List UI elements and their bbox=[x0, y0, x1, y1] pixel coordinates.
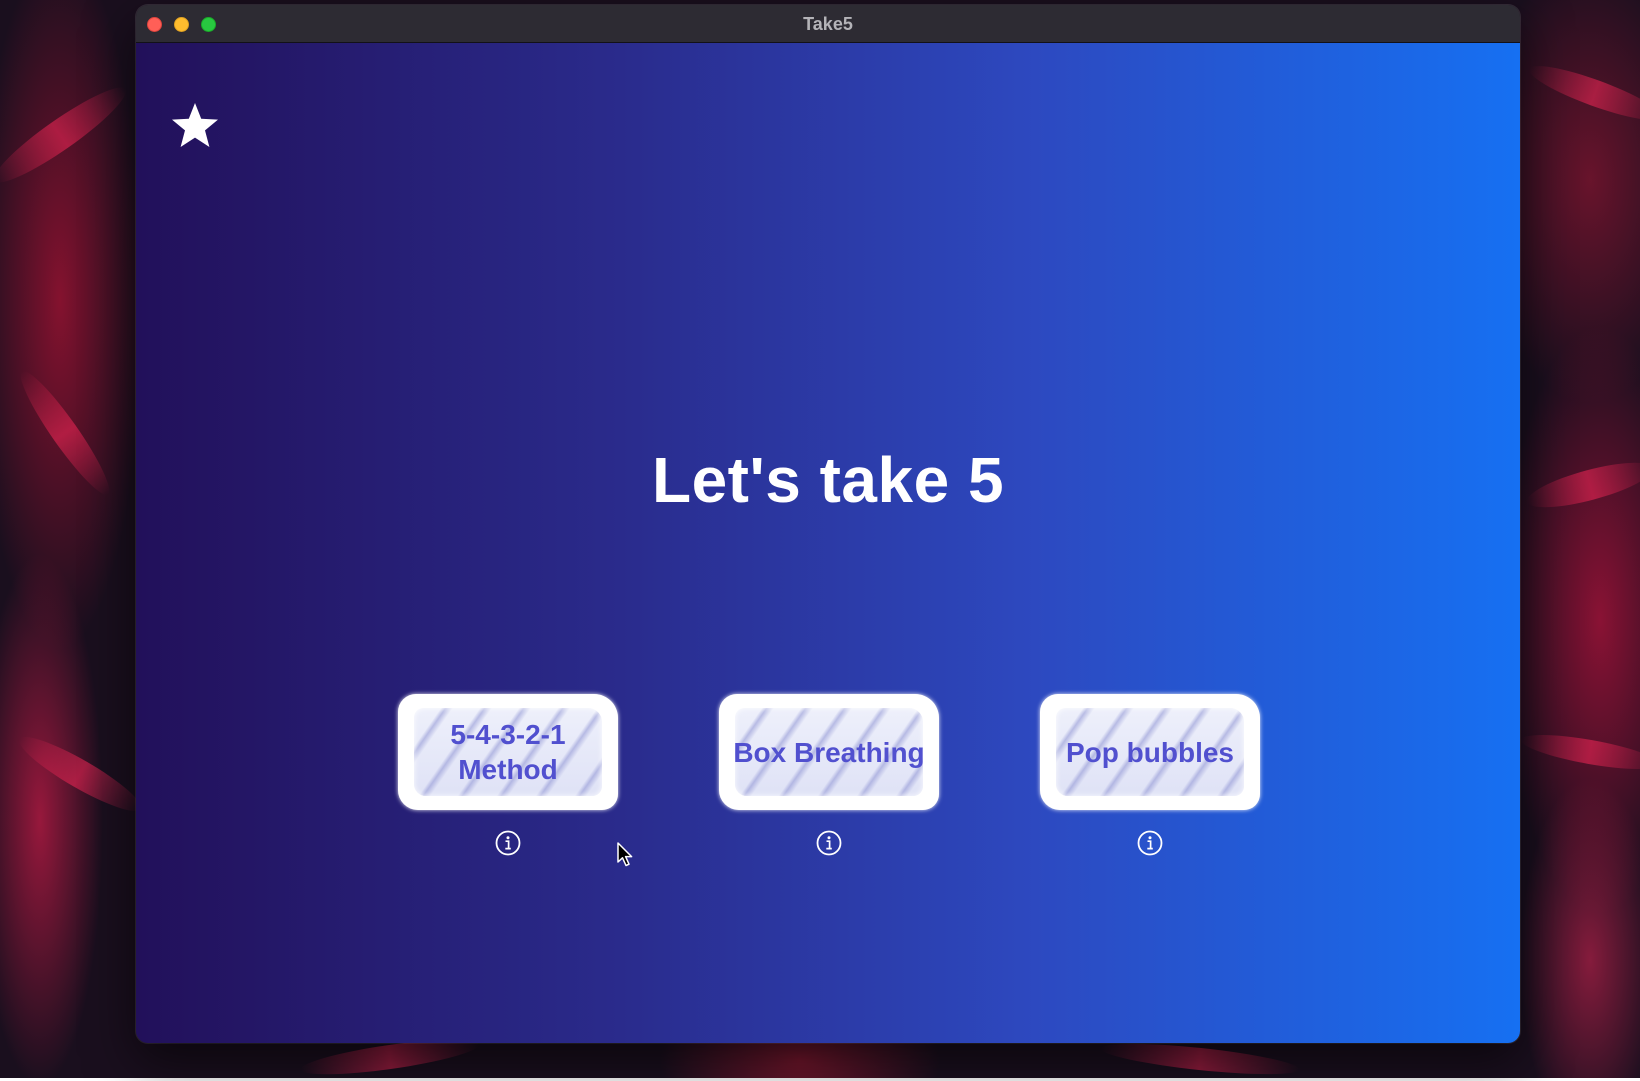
option-pop-bubbles: Pop bubbles bbox=[1036, 690, 1268, 870]
method-54321-button[interactable]: 5-4-3-2-1 Method bbox=[394, 690, 622, 814]
card-label: Pop bubbles bbox=[1066, 736, 1234, 768]
info-icon bbox=[495, 830, 521, 856]
wallpaper-leaf bbox=[1518, 728, 1640, 776]
wallpaper-leaf bbox=[1523, 453, 1640, 517]
window-title: Take5 bbox=[803, 14, 853, 34]
pop-bubbles-info-button[interactable] bbox=[1137, 830, 1163, 856]
box-breathing-button[interactable]: Box Breathing bbox=[715, 690, 943, 814]
info-icon bbox=[816, 830, 842, 856]
star-icon bbox=[172, 103, 218, 147]
card-label: 5-4-3-2-1 Method bbox=[450, 719, 566, 785]
wallpaper-leaf bbox=[12, 726, 148, 822]
window-titlebar[interactable]: Take5 bbox=[136, 5, 1520, 43]
wallpaper-leaf bbox=[0, 76, 135, 194]
wallpaper-leaf bbox=[1099, 1037, 1301, 1081]
pop-bubbles-button[interactable]: Pop bubbles bbox=[1036, 690, 1264, 814]
main-content: Let's take 5 5-4-3-2-1 Method Box Breath… bbox=[136, 43, 1520, 1043]
option-54321-method: 5-4-3-2-1 Method bbox=[394, 690, 626, 870]
app-window: Take5 Let's take 5 5-4-3-2-1 Method Box … bbox=[136, 5, 1520, 1043]
wallpaper-leaf bbox=[11, 364, 119, 502]
card-label: Box Breathing bbox=[733, 736, 925, 768]
wallpaper-leaf bbox=[1524, 56, 1640, 130]
page-title: Let's take 5 bbox=[651, 444, 1005, 516]
method-54321-info-button[interactable] bbox=[495, 830, 521, 856]
option-box-breathing: Box Breathing bbox=[715, 690, 947, 870]
info-icon bbox=[1137, 830, 1163, 856]
box-breathing-info-button[interactable] bbox=[816, 830, 842, 856]
mouse-pointer-icon bbox=[617, 842, 633, 867]
favorite-button[interactable] bbox=[170, 101, 220, 151]
